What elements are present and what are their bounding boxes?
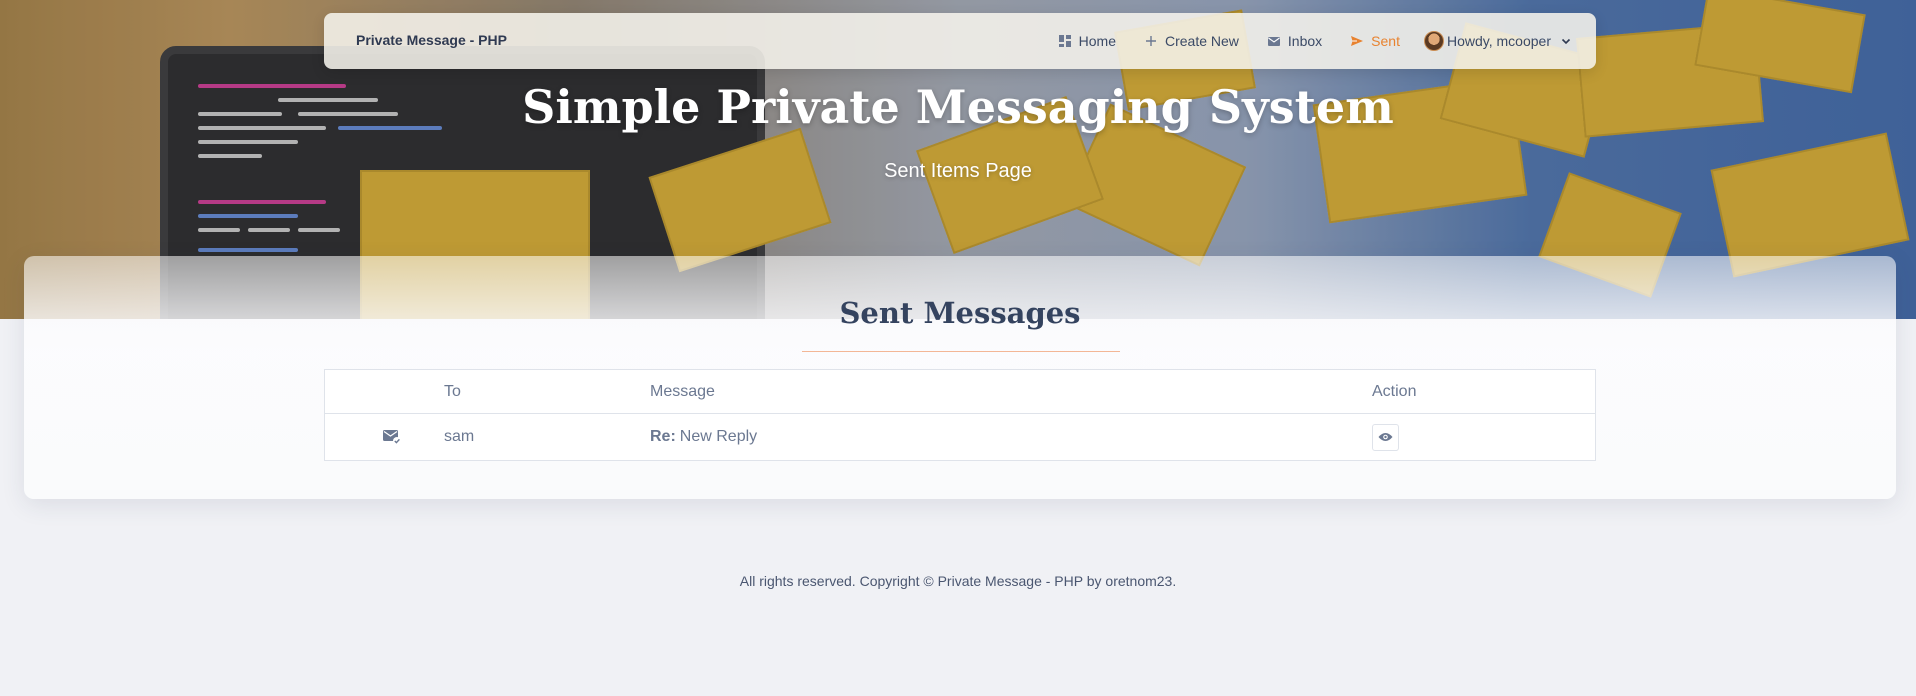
mail-check-icon: [383, 430, 401, 445]
row-status-cell: [383, 414, 401, 460]
send-icon: [1351, 36, 1364, 46]
nav-home-label: Home: [1078, 33, 1116, 49]
title-underline: [802, 351, 1120, 352]
dashboard-icon: [1058, 35, 1071, 47]
nav-menu: Home Create New Inbox Sent Howdy, mcoope…: [1044, 13, 1572, 69]
envelope-icon: [1267, 37, 1280, 46]
footer-copyright: All rights reserved. Copyright © Private…: [739, 573, 1177, 589]
page-title: Sent Messages: [839, 296, 1081, 330]
brand-link[interactable]: Private Message - PHP: [356, 32, 507, 48]
avatar: [1423, 31, 1444, 51]
nav-sent-link[interactable]: Sent: [1336, 13, 1414, 69]
chevron-down-icon: [1561, 38, 1571, 45]
hero-subtitle: Sent Items Page: [884, 160, 1032, 182]
view-message-button[interactable]: [1372, 423, 1399, 451]
message-cell: Re: New Reply: [650, 414, 757, 460]
nav-inbox-label: Inbox: [1287, 33, 1323, 49]
table-header: To Message Action: [325, 370, 1595, 414]
nav-sent-label: Sent: [1371, 33, 1400, 49]
header-action: Action: [1372, 382, 1417, 400]
nav-create-link[interactable]: Create New: [1130, 13, 1253, 69]
nav-home-link[interactable]: Home: [1044, 13, 1130, 69]
top-navbar: Private Message - PHP Home Create New In…: [324, 13, 1596, 69]
nav-create-label: Create New: [1165, 33, 1239, 49]
sent-messages-card: Sent Messages To Message Action sam Re: …: [24, 256, 1896, 499]
header-to: To: [444, 382, 461, 400]
eye-icon: [1378, 433, 1393, 441]
message-subject: New Reply: [679, 428, 758, 445]
user-dropdown[interactable]: Howdy, mcooper: [1414, 13, 1572, 69]
header-message: Message: [650, 382, 715, 400]
recipient-cell: sam: [444, 428, 475, 445]
action-cell: [1372, 414, 1399, 460]
hero-title: Simple Private Messaging System: [522, 80, 1394, 134]
nav-inbox-link[interactable]: Inbox: [1253, 13, 1336, 69]
message-prefix: Re:: [650, 428, 676, 445]
plus-icon: [1146, 36, 1156, 46]
sent-messages-table: To Message Action sam Re: New Reply: [324, 369, 1596, 461]
table-row[interactable]: sam Re: New Reply: [325, 414, 1595, 460]
user-greeting: Howdy, mcooper: [1446, 33, 1551, 49]
